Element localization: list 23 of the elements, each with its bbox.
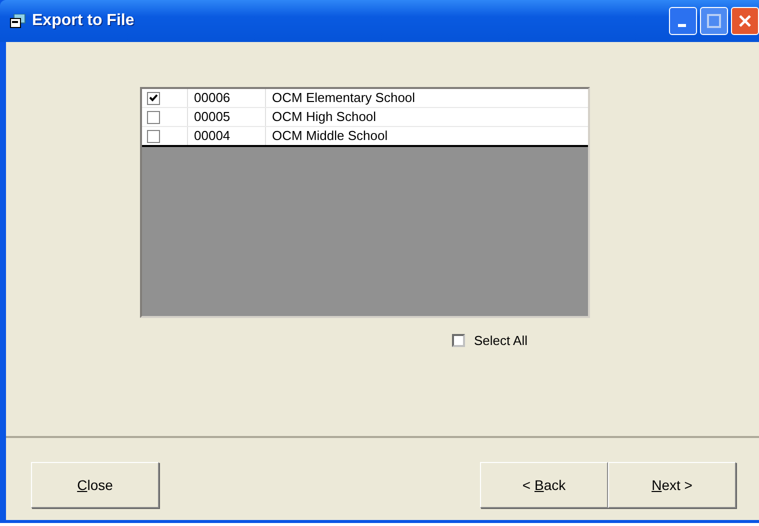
maximize-icon xyxy=(707,14,721,28)
table-cell: 00004 xyxy=(188,127,266,145)
table-cell-text: OCM Elementary School xyxy=(271,89,416,107)
close-dialog-button[interactable]: Close xyxy=(31,462,159,508)
select-all-checkbox[interactable] xyxy=(452,334,465,347)
close-icon xyxy=(738,14,752,28)
row-checkbox[interactable] xyxy=(147,130,160,142)
maximize-button[interactable] xyxy=(700,7,728,35)
window-icon xyxy=(10,14,26,28)
table-cell: 00005 xyxy=(188,108,266,126)
table-cell-text: OCM Middle School xyxy=(271,127,389,145)
minimize-button[interactable] xyxy=(669,7,697,35)
close-button[interactable] xyxy=(731,7,759,35)
table-cell: 00006 xyxy=(188,89,266,107)
minimize-icon xyxy=(678,24,688,28)
select-all-label: Select All xyxy=(474,333,528,348)
window-title: Export to File xyxy=(32,12,134,30)
check-icon xyxy=(149,94,158,102)
row-checkbox[interactable] xyxy=(147,92,160,104)
next-button[interactable]: Next > xyxy=(608,462,736,508)
row-checkbox[interactable] xyxy=(147,110,160,124)
back-button[interactable]: < Back xyxy=(480,462,608,508)
table-cell-text: OCM High School xyxy=(271,108,378,126)
